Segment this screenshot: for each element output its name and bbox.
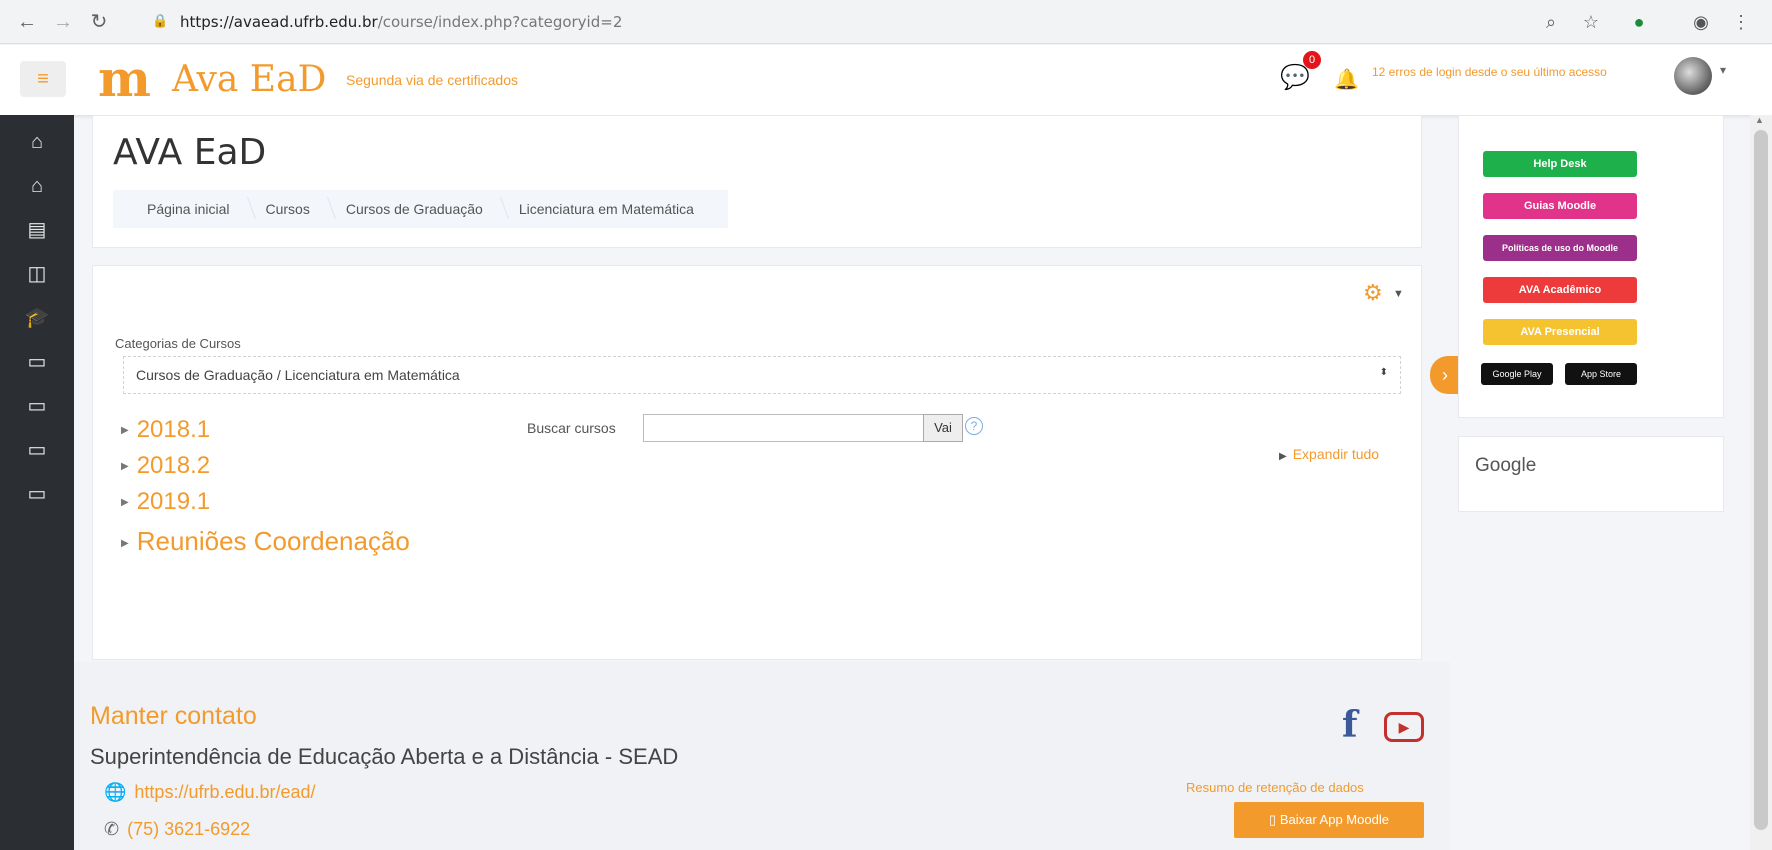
profile-icon[interactable]: ◉ bbox=[1688, 9, 1714, 35]
caret-right-icon: ▶ bbox=[121, 537, 129, 549]
calendar-icon[interactable]: ▤ bbox=[24, 217, 50, 243]
phone-number: (75) 3621-6922 bbox=[127, 819, 251, 839]
home-icon[interactable]: ⌂ bbox=[24, 129, 50, 155]
category-name[interactable]: Reuniões Coordenação bbox=[137, 526, 410, 556]
url-text: https://avaead.ufrb.edu.br/course/index.… bbox=[180, 13, 623, 31]
category-item[interactable]: ▶ Reuniões Coordenação bbox=[121, 526, 410, 557]
scroll-up-icon[interactable]: ▲ bbox=[1755, 115, 1764, 125]
search-go-button[interactable]: Vai bbox=[923, 414, 963, 442]
phone-line: ✆ (75) 3621-6922 bbox=[104, 819, 250, 840]
mobile-icon: ▯ bbox=[1269, 812, 1280, 827]
star-icon[interactable]: ☆ bbox=[1578, 9, 1604, 35]
page-footer: Manter contato Superintendência de Educa… bbox=[74, 662, 1450, 850]
breadcrumb-item[interactable]: Licenciatura em Matemática bbox=[501, 201, 712, 217]
course-categories-card: ⚙ ▼ Categorias de Cursos Cursos de Gradu… bbox=[92, 265, 1422, 660]
files-icon[interactable]: ◫ bbox=[24, 261, 50, 287]
login-errors-message[interactable]: 12 erros de login desde o seu último ace… bbox=[1372, 65, 1607, 79]
chevron-down-icon[interactable]: ▼ bbox=[1393, 288, 1404, 300]
category-name[interactable]: 2019.1 bbox=[137, 488, 210, 515]
website-url[interactable]: https://ufrb.edu.br/ead/ bbox=[134, 782, 315, 802]
ava-academico-button[interactable]: AVA Acadêmico bbox=[1483, 277, 1637, 303]
category-selected-value: Cursos de Graduação / Licenciatura em Ma… bbox=[136, 367, 460, 383]
chat-icon[interactable]: 💬 bbox=[1280, 63, 1310, 92]
caret-right-icon: ▶ bbox=[121, 497, 129, 509]
download-app-label: Baixar App Moodle bbox=[1279, 812, 1389, 827]
breadcrumb-item[interactable]: Cursos de Graduação bbox=[328, 201, 501, 217]
breadcrumb: Página inicial Cursos Cursos de Graduaçã… bbox=[113, 190, 728, 228]
organization-name: Superintendência de Educação Aberta e a … bbox=[90, 744, 679, 769]
website-link[interactable]: 🌐 https://ufrb.edu.br/ead/ bbox=[104, 782, 316, 803]
folder-icon[interactable]: ▭ bbox=[24, 481, 50, 507]
expand-all-link[interactable]: ▶ Expandir tudo bbox=[1279, 446, 1379, 462]
avatar[interactable] bbox=[1674, 57, 1712, 95]
reload-icon[interactable]: ↻ bbox=[86, 9, 112, 35]
expand-all-label: Expandir tudo bbox=[1292, 446, 1380, 462]
breadcrumb-item[interactable]: Página inicial bbox=[129, 201, 248, 217]
google-block: Google bbox=[1458, 436, 1724, 512]
folder-icon[interactable]: ▭ bbox=[24, 393, 50, 419]
breadcrumb-item[interactable]: Cursos bbox=[248, 201, 328, 217]
google-play-badge[interactable]: Google Play bbox=[1481, 363, 1553, 385]
block-title: Google bbox=[1475, 455, 1537, 476]
caret-right-icon: ▶ bbox=[121, 425, 129, 437]
phone-icon: ✆ bbox=[104, 819, 120, 839]
category-select[interactable]: Cursos de Graduação / Licenciatura em Ma… bbox=[123, 356, 1401, 394]
category-item[interactable]: ▶ 2018.2 bbox=[121, 452, 210, 480]
dashboard-icon[interactable]: ⌂ bbox=[24, 173, 50, 199]
category-name[interactable]: 2018.2 bbox=[137, 452, 210, 479]
page-title: AVA EaD bbox=[113, 132, 267, 173]
hamburger-icon[interactable]: ≡ bbox=[20, 61, 66, 97]
contact-title: Manter contato bbox=[90, 702, 257, 730]
folder-icon[interactable]: ▭ bbox=[24, 437, 50, 463]
help-icon[interactable]: ? bbox=[965, 417, 983, 435]
gear-icon[interactable]: ⚙ bbox=[1363, 280, 1383, 306]
usage-policy-button[interactable]: Políticas de uso do Moodle bbox=[1483, 235, 1637, 261]
graduation-icon[interactable]: 🎓 bbox=[24, 305, 50, 331]
category-name[interactable]: 2018.1 bbox=[137, 416, 210, 443]
logo-mark[interactable]: m bbox=[98, 53, 151, 105]
youtube-icon[interactable]: ▶ bbox=[1384, 712, 1424, 742]
ava-presencial-button[interactable]: AVA Presencial bbox=[1483, 319, 1637, 345]
category-item[interactable]: ▶ 2018.1 bbox=[121, 416, 210, 444]
moodle-guides-button[interactable]: Guias Moodle bbox=[1483, 193, 1637, 219]
scrollbar-thumb[interactable] bbox=[1754, 130, 1768, 830]
helpdesk-button[interactable]: Help Desk bbox=[1483, 151, 1637, 177]
site-navbar: ≡ m Ava EaD Segunda via de certificados … bbox=[0, 45, 1772, 115]
app-store-badge[interactable]: App Store bbox=[1565, 363, 1637, 385]
category-item[interactable]: ▶ 2019.1 bbox=[121, 488, 210, 516]
globe-icon: 🌐 bbox=[104, 782, 127, 802]
menu-dots-icon[interactable]: ⋮ bbox=[1728, 9, 1754, 35]
logo-text[interactable]: Ava EaD bbox=[172, 59, 326, 100]
lock-icon: 🔒 bbox=[152, 13, 169, 28]
search-input[interactable] bbox=[643, 414, 925, 442]
caret-right-icon: ▶ bbox=[1279, 451, 1287, 462]
download-app-button[interactable]: ▯ Baixar App Moodle bbox=[1234, 802, 1424, 838]
caret-right-icon: ▶ bbox=[121, 461, 129, 473]
bell-icon[interactable]: 🔔 bbox=[1334, 67, 1359, 92]
drawer-toggle-icon[interactable]: › bbox=[1430, 356, 1460, 394]
links-block: Help Desk Guias Moodle Políticas de uso … bbox=[1458, 115, 1724, 418]
certificate-link[interactable]: Segunda via de certificados bbox=[346, 72, 518, 88]
back-icon[interactable]: ← bbox=[14, 9, 40, 35]
browser-toolbar: ← → ↻ 🔒 https://avaead.ufrb.edu.br/cours… bbox=[0, 0, 1772, 44]
extension-icon[interactable]: ● bbox=[1626, 9, 1652, 35]
zoom-icon[interactable]: ⌕ bbox=[1538, 9, 1564, 35]
category-label: Categorias de Cursos bbox=[115, 336, 241, 351]
data-retention-link[interactable]: Resumo de retenção de dados bbox=[1186, 780, 1364, 795]
page-header: AVA EaD Página inicial Cursos Cursos de … bbox=[92, 115, 1422, 248]
address-bar[interactable]: 🔒 https://avaead.ufrb.edu.br/course/inde… bbox=[140, 6, 1530, 38]
nav-drawer: ⌂ ⌂ ▤ ◫ 🎓 ▭ ▭ ▭ ▭ bbox=[0, 115, 74, 850]
chat-count-badge: 0 bbox=[1303, 51, 1321, 69]
search-label: Buscar cursos bbox=[527, 420, 616, 436]
chevron-down-icon[interactable]: ▾ bbox=[1720, 63, 1726, 77]
folder-icon[interactable]: ▭ bbox=[24, 349, 50, 375]
select-arrows-icon: ⬍ bbox=[1379, 367, 1388, 378]
facebook-icon[interactable]: f bbox=[1342, 704, 1358, 746]
forward-icon[interactable]: → bbox=[50, 9, 76, 35]
